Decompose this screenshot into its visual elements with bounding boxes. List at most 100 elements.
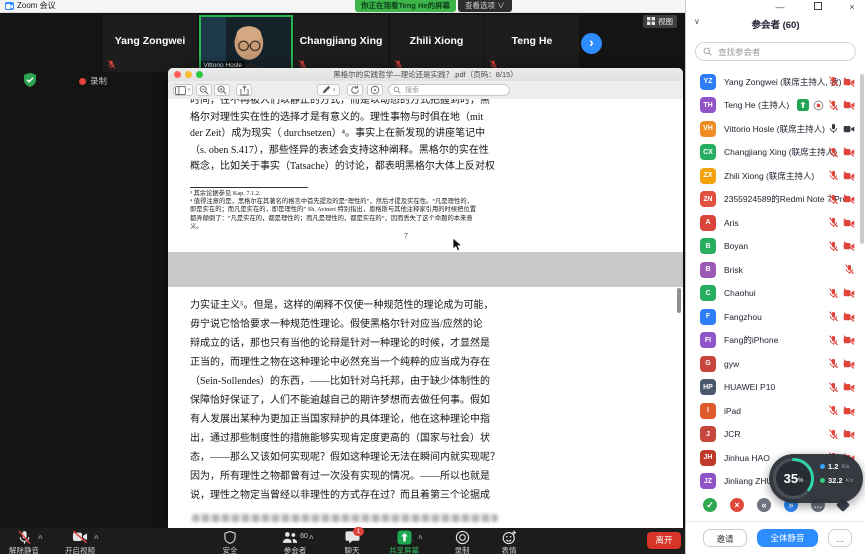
view-options-button[interactable]: 查看选项 ∨ [458, 0, 512, 12]
participant-status-icons [797, 99, 855, 111]
maximize-window-icon[interactable] [811, 1, 825, 13]
close-traffic-light[interactable] [174, 71, 181, 78]
muted-mic-icon [828, 288, 839, 299]
text-line: 辩成立的话，那也只有当他的论辩是针对一种理论的时候，才显然是 [190, 334, 505, 353]
participant-row[interactable]: 2N2355924589的Redmi Note 7 Pro [686, 188, 865, 212]
participant-row[interactable]: Ggyw [686, 352, 865, 376]
avatar: F [700, 309, 716, 325]
video-tile-yang-zongwei[interactable]: Yang Zongwei [103, 15, 197, 72]
reactions-label: 表情 [502, 545, 517, 554]
participant-row[interactable]: THTeng He (主持人) [686, 94, 865, 118]
participant-search-box[interactable] [695, 42, 856, 61]
participant-name: Fang的iPhone [724, 334, 778, 346]
pdf-scrollbar-thumb[interactable] [677, 288, 681, 313]
page-break-gap [168, 252, 683, 287]
participant-row[interactable]: BBrisk [686, 258, 865, 282]
record-icon [455, 530, 470, 544]
rotate-button[interactable] [347, 84, 363, 96]
footnote-rule [190, 187, 308, 188]
shared-pdf-window: 黑格尔的实践哲学—理论还是实践？.pdf（页码：8/15） ∨ ∨ 时间，往不再被… [168, 68, 683, 528]
participant-row[interactable]: CChaohui [686, 282, 865, 306]
participant-status-icons [828, 217, 855, 228]
security-button[interactable]: 安全 [195, 530, 265, 554]
slower-reaction-button[interactable]: « [757, 498, 771, 512]
participant-row[interactable]: YZYang Zongwei (联席主持人, 我) [686, 70, 865, 94]
text-line: （s. oben S.417），那些怪异的表述会支持这种阐释。黑格尔的实在性 [190, 143, 505, 160]
invite-button[interactable]: 邀请 [703, 529, 747, 547]
text-line: （Sein-Sollendes）的东西，——比如针对乌托邦，由于缺少体制性的 [190, 372, 505, 391]
participant-status-icons [828, 123, 855, 134]
participant-name: Aris [724, 218, 739, 228]
participant-row[interactable]: IiPad [686, 399, 865, 423]
reactions-button[interactable]: 表情 [474, 530, 544, 554]
text-line: 态，——那么又该如何实现呢？假如这种理论无法在瞬间内就实现呢？ [190, 448, 505, 467]
avatar: J [700, 426, 716, 442]
participant-row[interactable]: JJCR [686, 423, 865, 447]
highlight-button[interactable] [367, 84, 383, 96]
zoom-meeting-window: Zoom 会议 你正在观看Teng He的屏幕 查看选项 ∨ Yang Zong… [0, 0, 865, 554]
panel-separator [686, 521, 865, 522]
video-tile-changjiang-xing[interactable]: Changjiang Xing [294, 15, 388, 72]
mute-all-button[interactable]: 全体静音 [757, 529, 818, 547]
document-footnotes: ³ 其余论据参见 Kap. 7.1.2.⁴ 值得注意的是，黑格尔在其著名的格言中… [190, 190, 490, 231]
performance-overlay: 35% 1.2 K/s 32.2 K/s [769, 454, 863, 503]
participant-row[interactable]: HPHUAWEI P10 [686, 376, 865, 400]
view-layout-button[interactable]: 视图 [643, 15, 677, 28]
chat-label: 聊天 [345, 545, 360, 554]
participants-icon: 60 [282, 530, 308, 544]
text-line: 时间，往不再被人们以静止的方式，而是以动态的方式把握到时，黑 [190, 99, 505, 110]
search-icon [393, 81, 401, 99]
participant-row[interactable]: FIFang的iPhone [686, 329, 865, 353]
video-tile-zhili-xiong[interactable]: Zhili Xiong [390, 15, 484, 72]
no-reaction-button[interactable]: × [730, 498, 744, 512]
video-tile-name: Teng He [485, 35, 579, 47]
minimize-window-icon[interactable]: — [773, 1, 787, 13]
participant-status-icons [844, 264, 855, 275]
participant-row[interactable]: F Fangzhou [686, 305, 865, 329]
security-shield-icon [22, 72, 38, 88]
participants-label: 参会者 [284, 545, 307, 554]
document-page2-text: 力实证主义⁵。但是，这样的阐释不仅使一种规范性的理论成为可能，毋宁说它恰恰要求一… [190, 296, 505, 505]
close-window-icon[interactable]: × [845, 1, 859, 13]
video-tile-name: Yang Zongwei [103, 35, 197, 47]
zoom-in-button[interactable] [214, 84, 230, 96]
muted-mic-icon [107, 60, 116, 69]
sidebar-button[interactable]: ∨ [173, 84, 193, 96]
maximize-traffic-light[interactable] [196, 71, 203, 78]
zoom-out-button[interactable] [196, 84, 212, 96]
pdf-search-input[interactable] [403, 86, 505, 95]
video-tile-name: Zhili Xiong [390, 35, 484, 47]
minimize-traffic-light[interactable] [185, 71, 192, 78]
avatar: 2N [700, 191, 716, 207]
participant-row[interactable]: CXChangjiang Xing (联席主持人) [686, 141, 865, 165]
video-tile-name: Changjiang Xing [294, 35, 388, 47]
participant-row[interactable]: VHVittorio Hosle (联席主持人) [686, 117, 865, 141]
pdf-search-field[interactable] [388, 84, 510, 96]
markup-button[interactable]: ∨ [317, 84, 340, 96]
video-button[interactable]: 开启视频^ [45, 530, 115, 554]
export-button[interactable] [236, 84, 252, 96]
participant-list-scrollbar[interactable] [860, 74, 864, 244]
video-tile-vittorio-hosle[interactable]: Vittorio Hosle [199, 15, 293, 72]
video-icon [72, 530, 88, 544]
participant-name: Fangzhou [724, 312, 762, 322]
participant-status-icons [828, 335, 855, 346]
participant-row[interactable]: AAris [686, 211, 865, 235]
recording-dot-icon [79, 78, 86, 85]
participant-row[interactable]: BBoyan [686, 235, 865, 259]
avatar: CX [700, 144, 716, 160]
share-icon [397, 530, 412, 544]
share-label: 共享屏幕 [389, 545, 419, 554]
next-participants-button[interactable]: › [581, 33, 602, 54]
chevron-up-icon: ^ [418, 534, 423, 543]
text-line: 正当的，而理性之物在这种理论中必然充当一个纯粹的应当成为存在 [190, 353, 505, 372]
participant-name: Jinliang ZHU [724, 476, 773, 486]
participant-row[interactable]: ZXZhili Xiong (联席主持人) [686, 164, 865, 188]
participant-search-input[interactable] [716, 46, 848, 58]
video-tile-teng-he[interactable]: Teng He [485, 15, 579, 72]
yes-reaction-button[interactable]: ✓ [703, 498, 717, 512]
pdf-document-title: 黑格尔的实践哲学—理论还是实践？.pdf（页码：8/15） [168, 68, 683, 81]
leave-meeting-button[interactable]: 离开 [647, 532, 681, 549]
more-options-button[interactable]: … [828, 529, 852, 547]
chevron-up-icon: ^ [38, 534, 43, 543]
